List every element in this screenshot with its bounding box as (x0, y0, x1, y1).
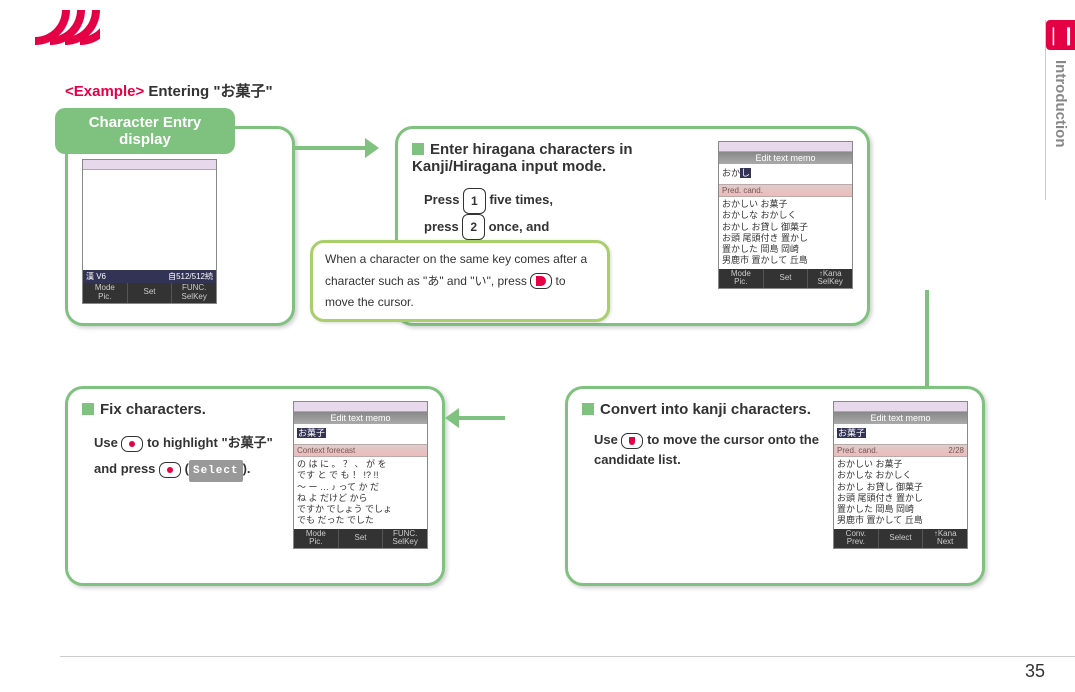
character-entry-panel: Character Entry display 漢 V6 自512/512続 M… (65, 126, 325, 326)
bullet-icon (412, 143, 424, 155)
step3-panel: Fix characters. Use to highlight "お菓子" a… (65, 386, 445, 586)
example-prefix: <Example> (65, 83, 144, 100)
dpad-down-icon (621, 433, 643, 449)
step3-title: Fix characters. (82, 401, 283, 418)
side-tab-label: Introduction (1046, 60, 1069, 147)
example-heading: <Example> Entering "お菓子" (65, 80, 1015, 101)
step2-panel: Convert into kanji characters. Use to mo… (565, 386, 985, 586)
phone-mock-step2: Edit text memo お菓子 Pred. cand.2/28 おかしい … (833, 401, 968, 549)
phone-mock-step1: Edit text memo おかし Pred. cand. おかしい お菓子 … (718, 141, 853, 289)
bullet-icon (82, 403, 94, 415)
select-softkey-label: Select (189, 460, 243, 482)
step2-title: Convert into kanji characters. (582, 401, 823, 418)
phone-mock-empty: 漢 V6 自512/512続 ModePic. Set FUNC.SelKey (82, 159, 217, 304)
dpad-icon (121, 436, 143, 452)
tip-callout: When a character on the same key comes a… (310, 240, 610, 322)
step3-instructions: Use to highlight "お菓子" and press (Select… (94, 430, 283, 482)
page-number: 35 (1025, 661, 1045, 682)
character-entry-badge: Character Entry display (55, 108, 235, 154)
step2-instructions: Use to move the cursor onto the candidat… (594, 430, 823, 469)
side-tab: ❘❙ Introduction (1045, 20, 1075, 200)
key-1: 1 (463, 188, 486, 214)
step1-title: Enter hiragana characters in Kanji/Hirag… (412, 141, 708, 175)
bookmark-icon: ❘❙ (1046, 20, 1075, 50)
key-2: 2 (462, 214, 485, 240)
decorative-arcs (0, 0, 100, 50)
dpad-right-icon (530, 273, 552, 289)
bullet-icon (582, 403, 594, 415)
phone-mock-step3: Edit text memo お菓子 Context forecast の は … (293, 401, 428, 549)
center-key-icon (159, 462, 181, 478)
footer-rule (60, 656, 1075, 657)
